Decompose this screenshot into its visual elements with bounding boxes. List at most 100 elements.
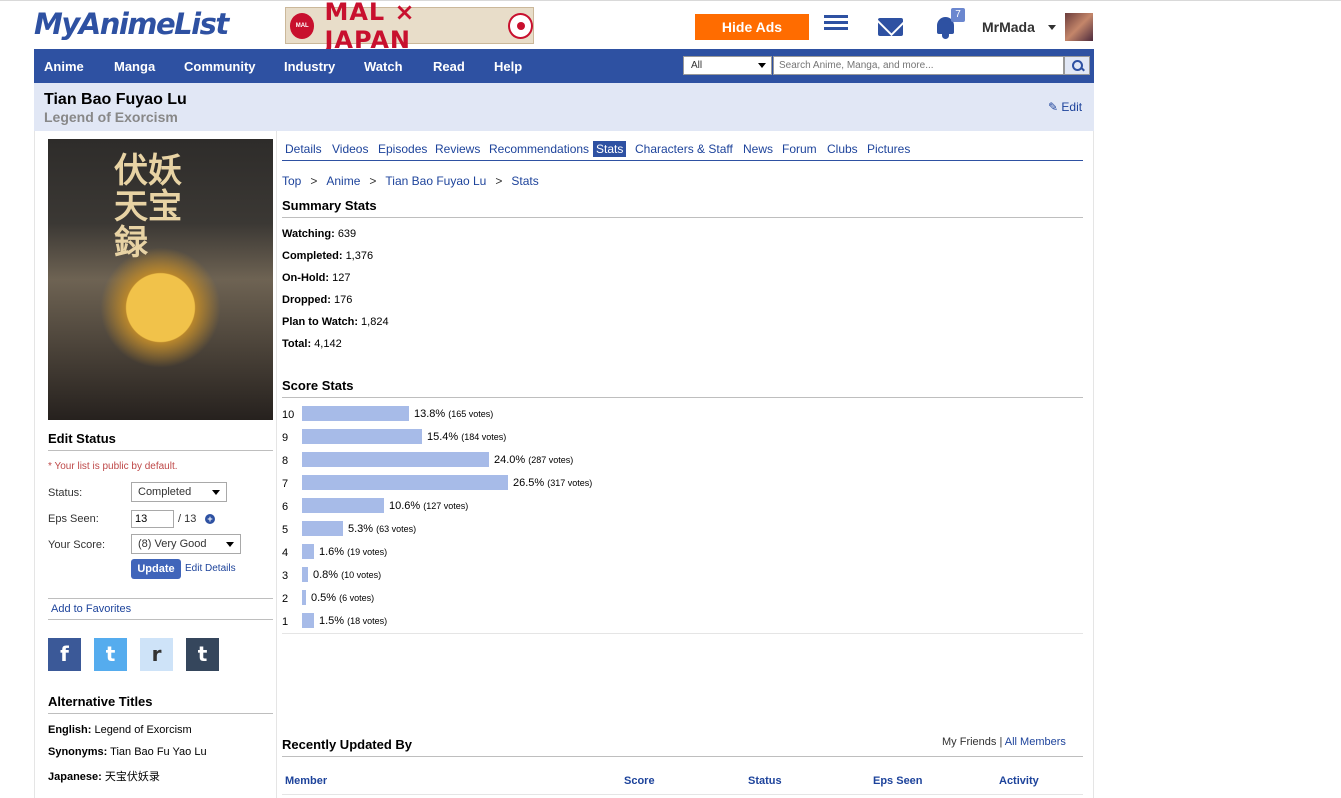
tab-recommendations[interactable]: Recommendations	[486, 141, 592, 157]
add-to-favorites-link[interactable]: Add to Favorites	[51, 603, 131, 615]
summary-stats-title: Summary Stats	[282, 198, 377, 213]
score-bar	[302, 429, 422, 444]
nav-item-anime[interactable]: Anime	[44, 49, 84, 83]
column-member[interactable]: Member	[285, 775, 327, 787]
nav-item-watch[interactable]: Watch	[364, 49, 403, 83]
japan-flag-icon	[508, 12, 533, 39]
score-votes: (18 votes)	[347, 616, 388, 626]
stat-watching: Watching: 639	[282, 228, 357, 240]
score-percentage: 0.5% (6 votes)	[311, 592, 375, 604]
score-votes: (6 votes)	[339, 593, 375, 603]
increment-plus-icon[interactable]: +	[205, 514, 215, 524]
mal-japan-banner[interactable]: MAL MAL × JAPAN	[285, 0, 534, 54]
tumblr-share-icon[interactable]: t	[186, 638, 219, 671]
search-category-select[interactable]: All	[683, 56, 772, 75]
banner-text: MAL × JAPAN	[324, 0, 416, 54]
score-row: 6 10.6% (127 votes)	[282, 498, 1083, 516]
avatar[interactable]	[1065, 13, 1093, 41]
score-value: 9	[282, 432, 289, 444]
caret-down-icon[interactable]	[1048, 25, 1056, 30]
score-value: 8	[282, 455, 289, 467]
update-button[interactable]: Update	[131, 559, 181, 579]
score-percentage: 1.5% (18 votes)	[319, 615, 388, 627]
site-logo[interactable]: MyAnimeList	[34, 7, 229, 41]
all-members-link[interactable]: All Members	[1005, 736, 1066, 748]
score-bar	[302, 544, 314, 559]
score-percentage: 10.6% (127 votes)	[389, 500, 469, 512]
tab-reviews[interactable]: Reviews	[432, 141, 483, 157]
column-activity[interactable]: Activity	[999, 775, 1039, 787]
edit-details-link[interactable]: Edit Details	[185, 563, 236, 574]
recently-updated-title: Recently Updated By	[282, 737, 413, 752]
tab-stats[interactable]: Stats	[593, 141, 627, 157]
score-votes: (127 votes)	[423, 501, 469, 511]
divider	[48, 619, 273, 620]
twitter-share-icon[interactable]: t	[94, 638, 127, 671]
status-label: Status:	[48, 487, 83, 499]
tab-news[interactable]: News	[740, 141, 776, 157]
score-value: 3	[282, 570, 289, 582]
tab-clubs[interactable]: Clubs	[824, 141, 861, 157]
score-votes: (10 votes)	[341, 570, 382, 580]
column-score[interactable]: Score	[624, 775, 655, 787]
tab-episodes[interactable]: Episodes	[375, 141, 430, 157]
nav-item-community[interactable]: Community	[184, 49, 256, 83]
hide-ads-button[interactable]: Hide Ads	[695, 14, 809, 40]
divider	[48, 713, 273, 714]
cover-calligraphy: 伏妖天宝録	[114, 151, 182, 263]
breadcrumb-stats[interactable]: Stats	[511, 174, 538, 188]
friends-filter: My Friends | All Members	[942, 736, 1066, 748]
score-votes: (184 votes)	[461, 432, 507, 442]
score-value: 5	[282, 524, 289, 536]
divider	[282, 217, 1083, 218]
alt-title-english: English: Legend of Exorcism	[48, 724, 192, 736]
column-status[interactable]: Status	[748, 775, 782, 787]
score-row: 5 5.3% (63 votes)	[282, 521, 1083, 539]
column-eps-seen[interactable]: Eps Seen	[873, 775, 923, 787]
score-votes: (287 votes)	[528, 455, 574, 465]
nav-item-industry[interactable]: Industry	[284, 49, 335, 83]
nav-item-read[interactable]: Read	[433, 49, 465, 83]
search-input[interactable]	[773, 56, 1064, 75]
my-friends-link[interactable]: My Friends	[942, 736, 996, 748]
score-row: 3 0.8% (10 votes)	[282, 567, 1083, 585]
your-score-label: Your Score:	[48, 539, 106, 551]
breadcrumb-top[interactable]: Top	[282, 174, 301, 188]
tab-videos[interactable]: Videos	[329, 141, 371, 157]
banner-seal-icon: MAL	[290, 12, 315, 39]
english-title: Legend of Exorcism	[44, 109, 178, 125]
reddit-share-icon[interactable]: r	[140, 638, 173, 671]
score-percentage: 1.6% (19 votes)	[319, 546, 388, 558]
score-row: 10 13.8% (165 votes)	[282, 406, 1083, 424]
eps-seen-input[interactable]	[131, 510, 174, 528]
notification-count-badge: 7	[951, 8, 965, 22]
nav-item-manga[interactable]: Manga	[114, 49, 155, 83]
edit-title-link[interactable]: ✎ Edit	[1048, 100, 1082, 114]
mail-icon[interactable]	[878, 18, 903, 36]
facebook-share-icon[interactable]: f	[48, 638, 81, 671]
breadcrumb-anime[interactable]: Anime	[326, 174, 360, 188]
list-icon[interactable]	[824, 15, 848, 35]
user-menu-name[interactable]: MrMada	[982, 19, 1035, 35]
tab-forum[interactable]: Forum	[779, 141, 820, 157]
cover-image[interactable]: 伏妖天宝録	[48, 139, 273, 420]
stat-on-hold: On-Hold: 127	[282, 272, 351, 284]
search-icon[interactable]	[1064, 56, 1090, 75]
score-select[interactable]: (8) Very Good	[131, 534, 241, 554]
tab-pictures[interactable]: Pictures	[864, 141, 913, 157]
score-value: 2	[282, 593, 289, 605]
breadcrumb-title[interactable]: Tian Bao Fuyao Lu	[385, 174, 486, 188]
score-bar	[302, 590, 306, 605]
score-bar	[302, 498, 384, 513]
score-value: 6	[282, 501, 289, 513]
score-row: 2 0.5% (6 votes)	[282, 590, 1083, 608]
score-percentage: 13.8% (165 votes)	[414, 408, 494, 420]
score-percentage: 15.4% (184 votes)	[427, 431, 507, 443]
score-percentage: 0.8% (10 votes)	[313, 569, 382, 581]
status-select[interactable]: Completed	[131, 482, 227, 502]
nav-item-help[interactable]: Help	[494, 49, 522, 83]
score-value: 10	[282, 409, 295, 421]
tab-details[interactable]: Details	[282, 141, 325, 157]
score-bar	[302, 567, 308, 582]
tab-characters-staff[interactable]: Characters & Staff	[632, 141, 736, 157]
